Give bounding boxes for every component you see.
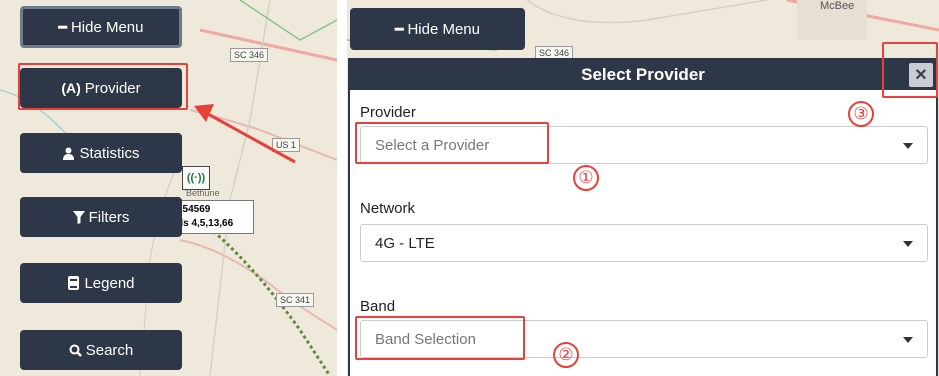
provider-label: Provider [84, 79, 141, 97]
funnel-icon [72, 210, 85, 224]
road-label-sc346: SC 346 [230, 48, 269, 62]
tower-popup: 154569 ds 4,5,13,66 [172, 200, 254, 234]
provider-field-label: Provider [360, 104, 416, 121]
provider-select-placeholder: Select a Provider [375, 136, 490, 154]
legend-label: Legend [84, 274, 135, 292]
provider-button[interactable]: (A) Provider [20, 68, 182, 108]
antenna-icon: (A) [61, 80, 81, 96]
left-screenshot-panel: SC 346 US 1 SC 341 ━ Hide Menu (A) Provi… [0, 0, 337, 376]
band-select[interactable]: Band Selection [360, 320, 928, 358]
close-icon: ✕ [914, 67, 928, 84]
hide-menu-label: Hide Menu [70, 18, 144, 36]
statistics-button[interactable]: Statistics [20, 133, 182, 173]
close-button[interactable]: ✕ [909, 63, 933, 87]
minus-icon: ━ [58, 18, 67, 35]
annotation-arrow [194, 104, 296, 164]
network-select-value: 4G - LTE [375, 234, 435, 252]
minus-icon: ━ [395, 20, 404, 37]
annotation-number-2: ② [553, 342, 579, 368]
chevron-down-icon [903, 337, 913, 343]
statistics-label: Statistics [79, 144, 140, 162]
search-icon [69, 344, 82, 357]
book-icon [67, 276, 80, 290]
tower-marker-icon[interactable]: ((·)) [182, 166, 210, 190]
right-screenshot-panel: McBee SC 346 ━ Hide Menu Select Provider… [347, 0, 939, 376]
search-label: Search [85, 341, 134, 359]
road-label-sc341: SC 341 [276, 293, 315, 307]
provider-select[interactable]: Select a Provider [360, 126, 928, 164]
band-select-placeholder: Band Selection [375, 330, 476, 348]
chevron-down-icon [903, 143, 913, 149]
popup-line-id: 154569 [177, 204, 211, 215]
search-button[interactable]: Search [20, 330, 182, 370]
filters-button[interactable]: Filters [20, 197, 182, 237]
modal-title: Select Provider [581, 65, 705, 84]
popup-line-bands: ds 4,5,13,66 [177, 218, 234, 229]
network-select[interactable]: 4G - LTE [360, 224, 928, 262]
town-label: Bethune [186, 188, 220, 198]
hide-menu-button-right[interactable]: ━ Hide Menu [350, 8, 525, 50]
hide-menu-label-right: Hide Menu [407, 20, 480, 38]
filters-label: Filters [88, 208, 130, 226]
town-label-right: McBee [820, 0, 855, 12]
hide-menu-button[interactable]: ━ Hide Menu [20, 6, 182, 48]
map-background [0, 0, 337, 376]
band-field-label: Band [360, 298, 396, 315]
modal-header: Select Provider ✕ [350, 60, 936, 90]
chevron-down-icon [903, 241, 913, 247]
network-field-label: Network [360, 200, 416, 217]
person-icon [62, 147, 75, 160]
annotation-number-3: ③ [848, 101, 874, 127]
legend-button[interactable]: Legend [20, 263, 182, 303]
annotation-number-1: ① [573, 165, 599, 191]
